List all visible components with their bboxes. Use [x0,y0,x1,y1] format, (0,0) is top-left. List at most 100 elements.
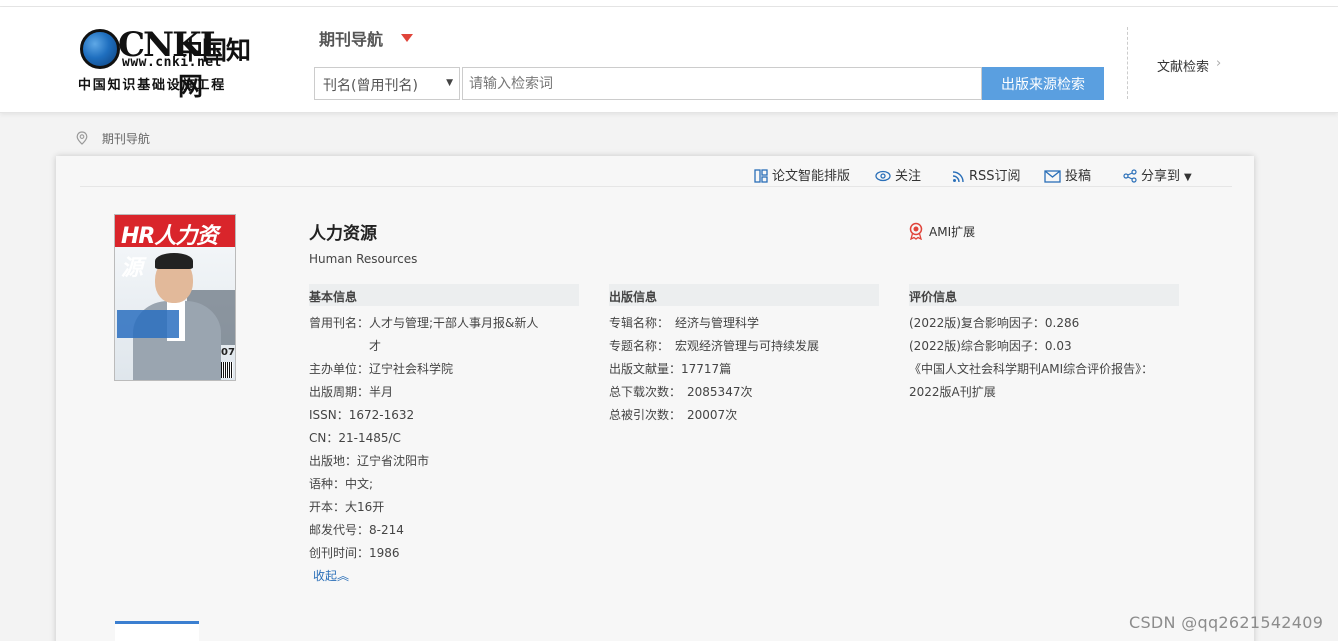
journal-cover-image[interactable]: HR人力资源 07 [114,214,236,381]
smart-layout-button[interactable]: 论文智能排版 [754,165,850,184]
info-row: 出版周期：半月 [309,381,579,404]
info-value: 辽宁社会科学院 [369,362,454,376]
info-row: 2022版A刊扩展 [909,381,1179,404]
share-label: 分享到 [1141,169,1181,184]
source-search-button[interactable]: 出版来源检索 [982,67,1104,100]
info-row: 总被引次数： 20007次 [609,404,879,427]
share-dropdown[interactable]: 分享到 ▼ [1123,165,1192,184]
info-key: 开本： [309,500,346,514]
rss-button[interactable]: RSS订阅 [952,165,1021,184]
follow-button[interactable]: 关注 [875,165,921,184]
search-field-value: 刊名(曾用刊名) [323,78,418,94]
chevron-right-icon[interactable]: › [1216,56,1221,71]
info-key: 《中国人文社会科学期刊AMI综合评价报告》： [909,362,1154,376]
info-row: (2022版)复合影响因子：0.286 [909,312,1179,335]
literature-search-link[interactable]: 文献检索 [1157,56,1209,75]
info-row: 创刊时间：1986 [309,542,579,565]
info-row: 主办单位：辽宁社会科学院 [309,358,579,381]
info-key: (2022版)复合影响因子： [909,316,1045,330]
nav-menu-label[interactable]: 期刊导航 [319,26,383,50]
info-key: 创刊时间： [309,546,370,560]
info-row: 《中国人文社会科学期刊AMI综合评价报告》： [909,358,1179,381]
chevron-down-icon: ▼ [446,78,453,88]
dropdown-triangle-icon[interactable] [401,34,413,42]
header-divider [1127,27,1128,99]
search-field-select[interactable]: 刊名(曾用刊名) ▼ [314,67,460,100]
info-row: (2022版)综合影响因子：0.03 [909,335,1179,358]
info-value: 辽宁省沈阳市 [357,454,430,468]
info-key: 专辑名称： [609,316,670,330]
eye-icon [875,170,891,182]
info-value: 0.286 [1044,316,1080,330]
info-key: ISSN： [309,408,349,422]
info-value: 2085347次 [687,385,753,399]
info-row: 开本：大16开 [309,496,579,519]
info-key: 专题名称： [609,339,670,353]
ami-badge[interactable]: AMI扩展 [908,222,976,241]
info-row: ISSN：1672-1632 [309,404,579,427]
cover-person-hair [155,253,193,269]
cnki-logo[interactable]: CNKI 中国知网 www.cnki.net 中国知识基础设施工程 [78,25,268,101]
info-row: 专题名称： 宏观经济管理与可持续发展 [609,335,879,358]
breadcrumb-current[interactable]: 期刊导航 [102,132,150,146]
search-input[interactable] [462,67,982,100]
location-pin-icon [76,131,88,145]
info-key: 主办单位： [309,362,370,376]
content-tab[interactable] [115,621,199,641]
logo-subtitle: 中国知识基础设施工程 [78,78,227,93]
envelope-icon [1044,170,1061,183]
basic-info-section: 基本信息 曾用刊名：人才与管理;干部人事月报&新人才 主办单位：辽宁社会科学院 … [309,284,579,588]
pub-info-heading: 出版信息 [609,284,879,306]
info-value: 17717篇 [681,362,732,376]
journal-toolbar: 论文智能排版 关注 RSS订阅 投稿 分享到 ▼ [80,156,1232,187]
site-header: CNKI 中国知网 www.cnki.net 中国知识基础设施工程 期刊导航 刊… [0,7,1338,113]
globe-icon [80,29,120,69]
watermark: CSDN @qq2621542409 [1129,613,1324,632]
info-key: 总被引次数： [609,408,682,422]
eval-info-section: 评价信息 (2022版)复合影响因子：0.286 (2022版)综合影响因子：0… [909,284,1179,404]
info-value: 经济与管理科学 [675,316,760,330]
pub-info-section: 出版信息 专辑名称： 经济与管理科学 专题名称： 宏观经济管理与可持续发展 出版文献… [609,284,879,427]
info-value: 21-1485/C [338,431,401,445]
info-key: 出版地： [309,454,358,468]
info-value: 1986 [369,546,400,560]
cover-issue-number: 07 [221,347,235,358]
info-key: (2022版)综合影响因子： [909,339,1045,353]
ami-badge-label: AMI扩展 [929,225,976,239]
info-key: 总下载次数： [609,385,682,399]
rss-icon [952,171,964,183]
journal-title: 人力资源 [309,224,377,244]
info-key: 出版文献量： [609,362,682,376]
info-value: 大16开 [345,500,385,514]
logo-url: www.cnki.net [122,55,222,70]
caret-down-icon: ▼ [1184,172,1192,183]
info-row: 出版地：辽宁省沈阳市 [309,450,579,473]
journal-card: 论文智能排版 关注 RSS订阅 投稿 分享到 ▼ HR人力资源 07 人力资源 H… [56,156,1254,641]
info-key: CN： [309,431,339,445]
info-key: 邮发代号： [309,523,370,537]
smart-layout-label: 论文智能排版 [772,169,851,184]
collapse-link[interactable]: 收起︽ [313,565,579,588]
info-value: 20007次 [687,408,738,422]
info-row: 曾用刊名：人才与管理;干部人事月报&新人才 [309,312,579,358]
rss-label: RSS订阅 [969,169,1021,184]
breadcrumb: 期刊导航 [76,130,150,147]
info-key: 出版周期： [309,385,370,399]
info-row: 出版文献量：17717篇 [609,358,879,381]
eval-info-heading: 评价信息 [909,284,1179,306]
info-key: 语种： [309,477,346,491]
layout-icon [754,169,768,183]
cover-barcode [221,362,233,378]
submit-label: 投稿 [1065,169,1092,184]
info-value: 中文; [345,477,374,491]
basic-info-heading: 基本信息 [309,284,579,306]
share-icon [1123,169,1137,183]
submit-manuscript-button[interactable]: 投稿 [1044,165,1091,184]
top-strip [0,0,1338,7]
info-row: 专辑名称： 经济与管理科学 [609,312,879,335]
info-value: 半月 [369,385,394,399]
info-value: 1672-1632 [348,408,415,422]
info-key: 曾用刊名： [309,316,370,330]
award-ribbon-icon [909,222,923,241]
follow-label: 关注 [895,169,922,184]
